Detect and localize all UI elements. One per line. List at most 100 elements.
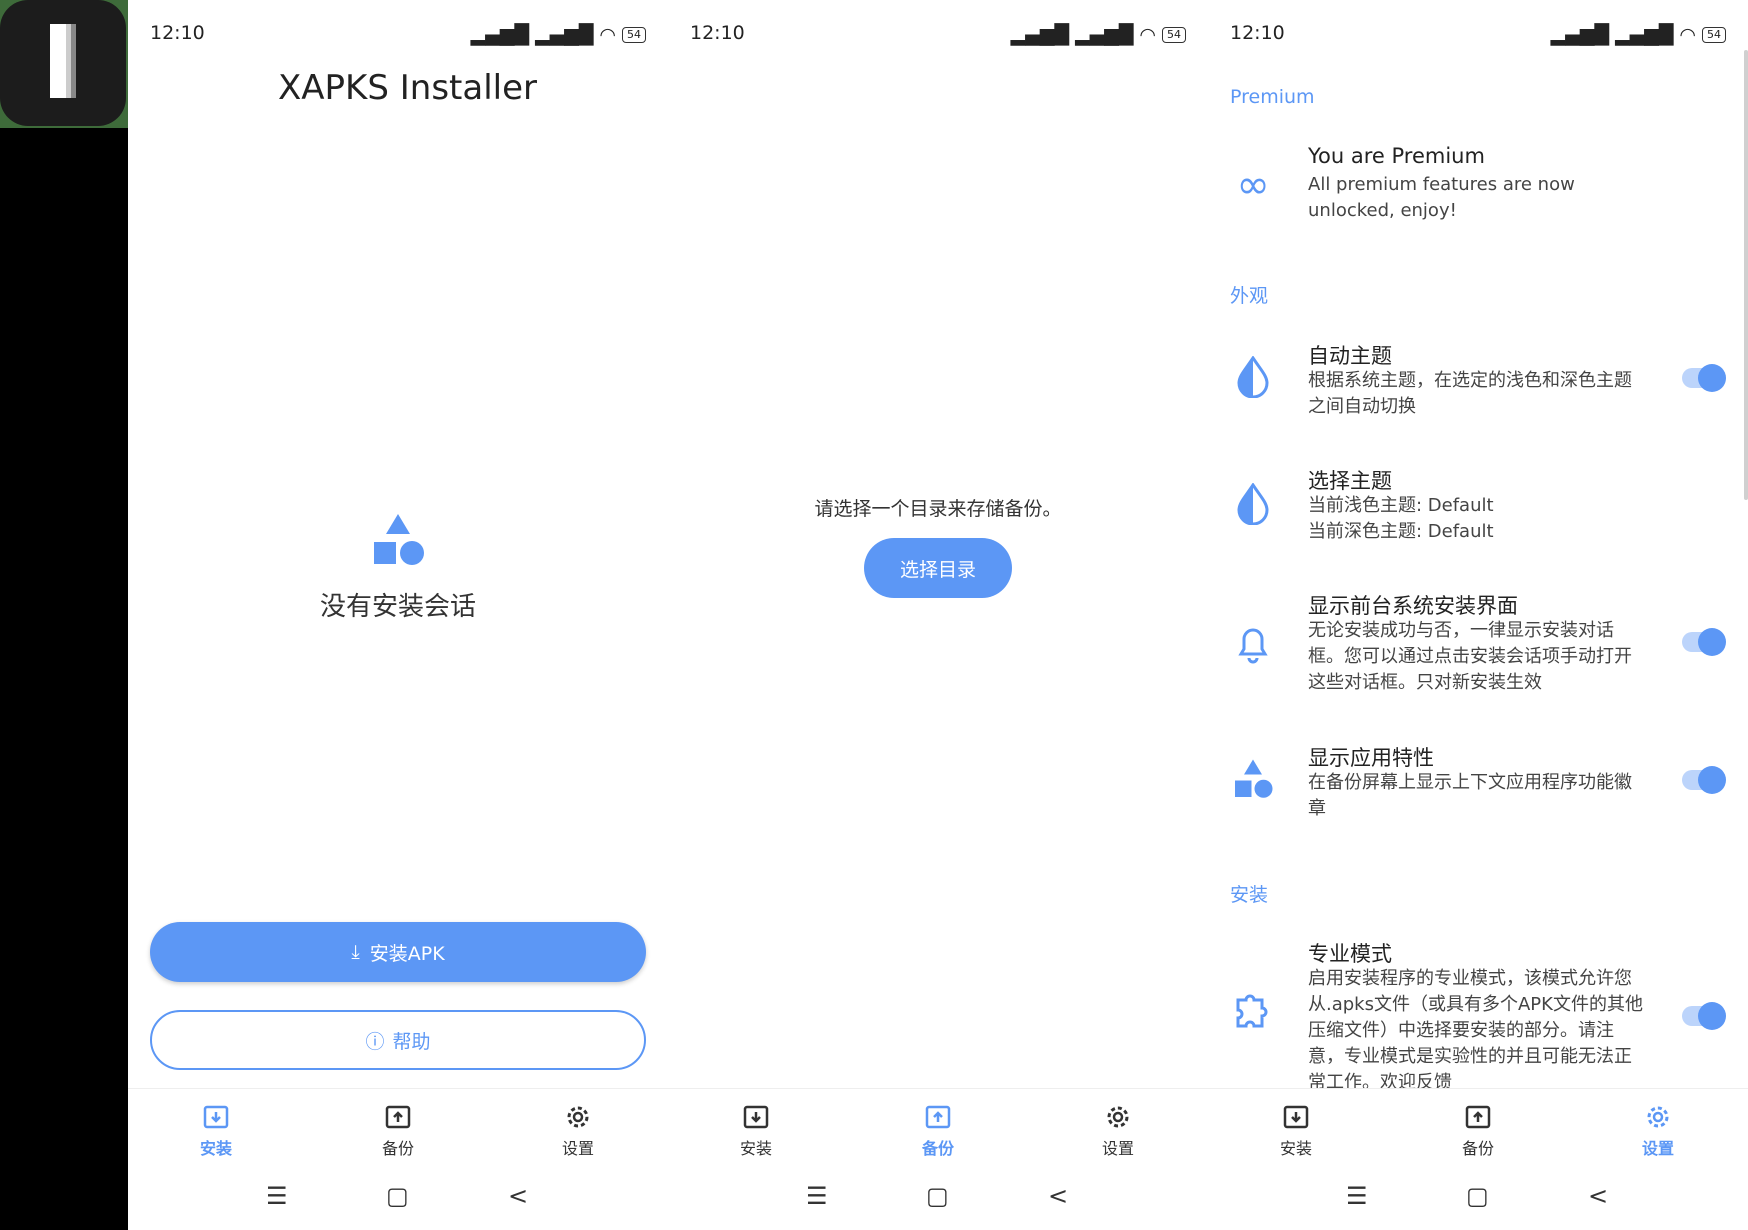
show-app-features-toggle[interactable] [1682,766,1726,794]
battery-icon: 54 [1162,27,1186,43]
section-premium: Premium [1230,86,1315,108]
water-drop-icon [1228,482,1278,529]
gear-icon [567,1106,589,1128]
nav-install[interactable]: 安装 [1236,1103,1356,1159]
pref-auto-theme[interactable]: 自动主题 根据系统主题，在选定的浅色和深色主题之间自动切换 [1208,340,1748,420]
install-apk-label: 安装APK [369,942,445,965]
backup-box-icon [1465,1105,1491,1129]
back-icon[interactable]: < [1048,1182,1068,1210]
empty-state: 没有安装会话 [128,512,668,623]
menu-icon[interactable]: ☰ [806,1182,828,1210]
backup-prompt: 请选择一个目录来存储备份。 [814,498,1062,520]
gear-icon [1107,1106,1129,1128]
empty-state-text: 没有安装会话 [319,592,476,622]
install-box-icon [743,1105,769,1129]
backup-box-icon [385,1105,411,1129]
pref-select-theme-title: 选择主题 [1308,469,1392,493]
home-icon[interactable]: ▢ [926,1182,949,1210]
nav-settings[interactable]: 设置 [1058,1103,1178,1159]
pref-show-system-ui-title: 显示前台系统安装界面 [1308,594,1518,618]
install-apk-button[interactable]: ⤓ 安装APK [150,922,646,982]
pref-premium[interactable]: ∞ You are Premium All premium features a… [1208,144,1748,234]
pref-show-app-features-sub: 在备份屏幕上显示上下文应用程序功能徽章 [1308,772,1632,819]
help-button[interactable]: ⓘ 帮助 [150,1010,646,1070]
show-system-ui-toggle[interactable] [1682,628,1726,656]
pref-pro-mode[interactable]: 专业模式 启用安装程序的专业模式，该模式允许您从.apks文件（或具有多个APK… [1208,938,1748,1088]
system-navigation: ☰ ▢ < [128,1172,668,1222]
signal-icon: ▂▄▆█ [1010,24,1069,46]
nav-install-label: 安装 [199,1139,232,1158]
nav-settings[interactable]: 设置 [1598,1103,1718,1159]
nav-backup-label: 备份 [921,1139,954,1158]
signal-icon: ▂▄▆█ [1550,24,1609,46]
pref-premium-title: You are Premium [1308,144,1485,168]
nav-backup-label: 备份 [1461,1139,1494,1158]
wifi-icon: ◠ [1139,24,1156,46]
signal-icon: ▂▄▆█ [534,24,594,46]
system-navigation: ☰ ▢ < [1208,1172,1748,1222]
back-icon[interactable]: < [1588,1182,1608,1210]
bottom-navigation: 安装 备份 设置 [1208,1088,1748,1169]
back-icon[interactable]: < [508,1182,528,1210]
status-bar: 12:10 ▂▄▆█ ▂▄▆█ ◠ 54 [690,20,1186,48]
pref-pro-mode-title: 专业模式 [1308,942,1392,966]
nav-install[interactable]: 安装 [156,1103,276,1159]
help-label: 帮助 [392,1030,431,1053]
pref-show-app-features-title: 显示应用特性 [1308,746,1434,770]
page-title: XAPKS Installer [278,68,537,108]
status-time: 12:10 [150,22,205,44]
puzzle-icon [1228,990,1278,1036]
nav-install[interactable]: 安装 [696,1103,816,1159]
signal-icon: ▂▄▆█ [1614,24,1674,46]
battery-icon: 54 [622,27,646,43]
nav-settings-label: 设置 [1101,1139,1134,1158]
section-install: 安装 [1230,884,1269,906]
nav-install-label: 安装 [1279,1139,1312,1158]
signal-icon: ▂▄▆█ [1074,24,1134,46]
home-icon[interactable]: ▢ [1466,1182,1489,1210]
system-navigation: ☰ ▢ < [668,1172,1208,1222]
pref-select-theme[interactable]: 选择主题 当前浅色主题: Default 当前深色主题: Default [1208,465,1748,545]
pref-show-app-features[interactable]: 显示应用特性 在备份屏幕上显示上下文应用程序功能徽章 [1208,742,1748,822]
nav-install-label: 安装 [739,1139,772,1158]
status-bar: 12:10 ▂▄▆█ ▂▄▆█ ◠ 54 [150,20,646,48]
pref-premium-sub: All premium features are now unlocked, e… [1308,174,1575,221]
nav-settings-label: 设置 [561,1139,594,1158]
pro-mode-toggle[interactable] [1682,1002,1726,1030]
infinity-icon: ∞ [1236,162,1270,208]
shapes-icon [374,514,424,565]
battery-icon: 54 [1702,27,1726,43]
backup-screen: 12:10 ▂▄▆█ ▂▄▆█ ◠ 54 请选择一个目录来存储备份。 选择目录 … [668,0,1208,1230]
pref-auto-theme-sub: 根据系统主题，在选定的浅色和深色主题之间自动切换 [1308,370,1632,417]
section-appearance: 外观 [1230,285,1269,307]
scrollbar[interactable] [1744,50,1748,500]
water-drop-icon [1228,355,1278,402]
auto-theme-toggle[interactable] [1682,364,1726,392]
install-screen: 12:10 ▂▄▆█ ▂▄▆█ ◠ 54 XAPKS Installer 没有安… [128,0,668,1230]
nav-backup[interactable]: 备份 [338,1103,458,1159]
bottom-navigation: 安装 备份 设置 [668,1088,1208,1169]
nav-backup[interactable]: 备份 [1418,1103,1538,1159]
nav-settings[interactable]: 设置 [518,1103,638,1159]
install-box-icon [1283,1105,1309,1129]
menu-icon[interactable]: ☰ [1346,1182,1368,1210]
pref-pro-mode-sub: 启用安装程序的专业模式，该模式允许您从.apks文件（或具有多个APK文件的其他… [1308,968,1643,1088]
menu-icon[interactable]: ☰ [266,1182,288,1210]
select-directory-button[interactable]: 选择目录 [864,538,1012,598]
pref-show-system-ui[interactable]: 显示前台系统安装界面 无论安装成功与否，一律显示安装对话框。您可以通过点击安装会… [1208,590,1748,700]
download-icon: ⤓ [351,941,360,963]
wifi-icon: ◠ [599,24,616,46]
backup-box-icon [925,1105,951,1129]
help-icon: ⓘ [365,1030,385,1053]
install-box-icon [203,1105,229,1129]
nav-backup-label: 备份 [381,1139,414,1158]
status-time: 12:10 [1230,22,1285,44]
nav-backup[interactable]: 备份 [878,1103,998,1159]
home-icon[interactable]: ▢ [386,1182,409,1210]
pref-select-theme-light: 当前浅色主题: Default [1308,495,1494,516]
status-bar: 12:10 ▂▄▆█ ▂▄▆█ ◠ 54 [1230,20,1726,48]
shapes-icon [1228,758,1278,804]
signal-icon: ▂▄▆█ [470,24,529,46]
app-icon [0,0,126,126]
nav-settings-label: 设置 [1641,1139,1674,1158]
